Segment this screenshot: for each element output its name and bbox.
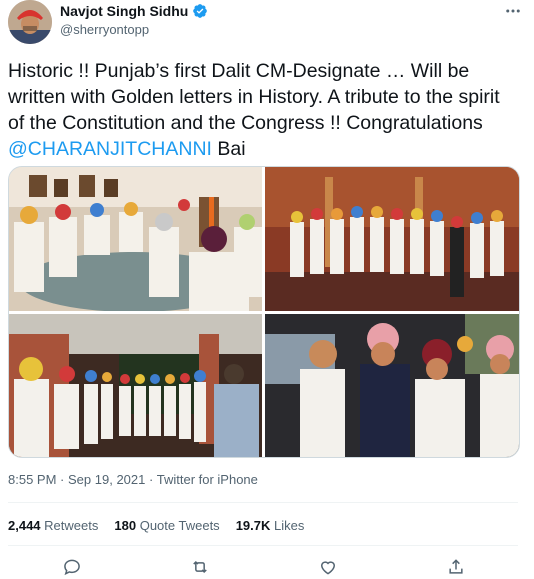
divider <box>8 545 518 546</box>
reply-icon[interactable] <box>60 555 84 579</box>
likes-count: 19.7K <box>235 518 271 533</box>
meta-separator: · <box>60 472 65 487</box>
retweets-label: Retweets <box>44 518 99 533</box>
tweet-text-tail: Bai <box>211 138 246 160</box>
author-display-name[interactable]: Navjot Singh Sidhu <box>60 3 188 19</box>
tweet-time[interactable]: 8:55 PM <box>8 472 56 487</box>
retweets-count: 2,444 <box>8 518 41 533</box>
mention-link[interactable]: @CHARANJITCHANNI <box>8 138 212 160</box>
tweet-text: Historic !! Punjab’s first Dalit CM-Desi… <box>8 58 518 162</box>
tweet-source[interactable]: Twitter for iPhone <box>157 472 258 487</box>
photo-1[interactable] <box>9 167 262 311</box>
meta-separator-2: · <box>149 472 154 487</box>
tweet-meta: 8:55 PM · Sep 19, 2021 · Twitter for iPh… <box>8 472 258 487</box>
tweet-text-body: Historic !! Punjab’s first Dalit CM-Desi… <box>8 60 500 134</box>
author-handle[interactable]: @sherryontopp <box>60 22 149 37</box>
retweet-icon[interactable] <box>188 555 212 579</box>
name-line: Navjot Singh Sidhu <box>60 3 208 19</box>
retweets-stat[interactable]: 2,444 Retweets <box>8 518 98 533</box>
avatar[interactable] <box>8 0 52 44</box>
likes-stat[interactable]: 19.7K Likes <box>236 518 305 533</box>
heart-icon[interactable] <box>316 555 340 579</box>
share-icon[interactable] <box>444 555 468 579</box>
quotes-count: 180 <box>114 518 137 533</box>
media-grid <box>8 166 520 458</box>
likes-label: Likes <box>274 518 305 533</box>
photo-3[interactable] <box>9 314 262 457</box>
tweet-card: Navjot Singh Sidhu @sherryontopp Histori… <box>0 0 534 579</box>
photo-4[interactable] <box>265 314 519 457</box>
action-bar <box>8 555 518 579</box>
tweet-date[interactable]: Sep 19, 2021 <box>68 472 145 487</box>
quotes-stat[interactable]: 180 Quote Tweets <box>114 518 219 533</box>
tweet-stats: 2,444 Retweets 180 Quote Tweets 19.7K Li… <box>8 518 304 533</box>
quotes-label: Quote Tweets <box>139 518 220 533</box>
photo-2[interactable] <box>265 167 519 311</box>
verified-badge-icon <box>192 3 208 19</box>
more-horizontal-icon[interactable] <box>504 2 522 25</box>
divider <box>8 502 518 503</box>
tweet-header: Navjot Singh Sidhu @sherryontopp <box>8 0 526 50</box>
